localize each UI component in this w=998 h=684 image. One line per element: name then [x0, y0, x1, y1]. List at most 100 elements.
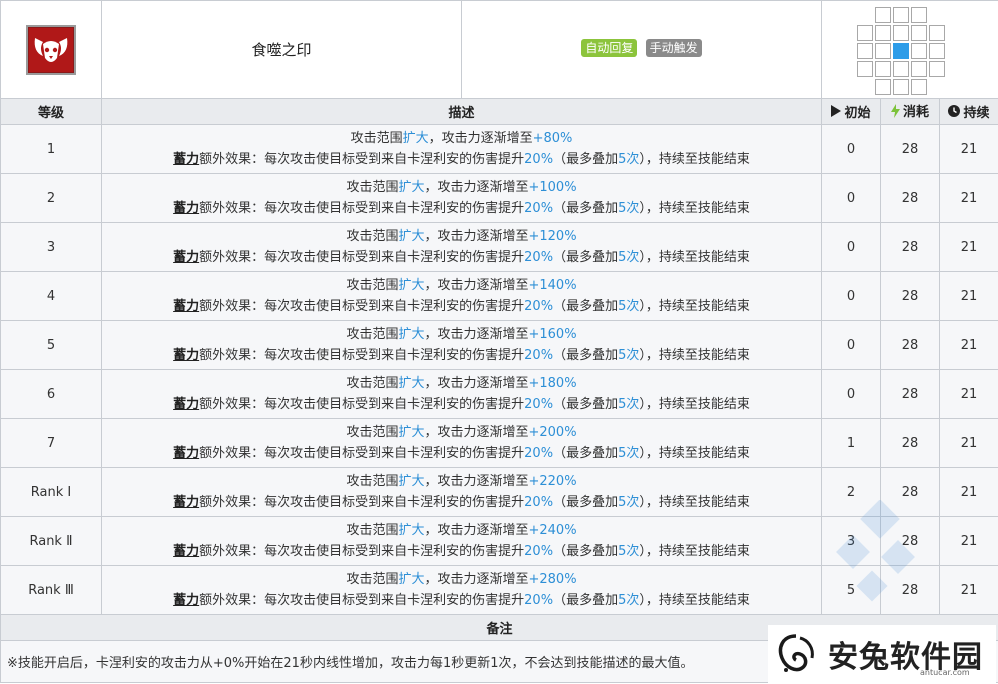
desc-stack-value: 5次	[618, 446, 640, 461]
desc-charge-link[interactable]: 蓄力	[173, 544, 199, 559]
desc-line-1: 攻击范围扩大，攻击力逐渐增至+240%	[102, 520, 821, 541]
desc-text: 额外效果：每次攻击使目标受到来自卡涅利安的伤害提升	[199, 201, 525, 216]
desc-text: ），持续至技能结束	[639, 593, 750, 608]
desc-text: （最多叠加	[553, 250, 619, 265]
col-initial: 初始	[821, 98, 881, 125]
desc-charge-link[interactable]: 蓄力	[173, 397, 199, 412]
desc-pct-value: 20%	[524, 201, 554, 216]
desc-stack-value: 5次	[618, 201, 640, 216]
row-cost: 28	[880, 369, 940, 419]
desc-charge-link[interactable]: 蓄力	[173, 299, 199, 314]
desc-range-value: 扩大	[398, 229, 425, 244]
table-row: 2 攻击范围扩大，攻击力逐渐增至+100% 蓄力额外效果：每次攻击使目标受到来自卡涅…	[0, 173, 998, 223]
skill-icon-cell	[0, 0, 102, 99]
desc-atk-value: +180%	[528, 376, 577, 391]
range-cell-attack	[875, 6, 891, 23]
row-duration: 21	[939, 222, 998, 272]
table-row: Rank Ⅲ 攻击范围扩大，攻击力逐渐增至+280% 蓄力额外效果：每次攻击使目标受…	[0, 565, 998, 615]
desc-text: 攻击范围	[346, 327, 399, 342]
desc-atk-value: +220%	[528, 474, 577, 489]
desc-pct-value: 20%	[524, 250, 554, 265]
desc-text: 额外效果：每次攻击使目标受到来自卡涅利安的伤害提升	[199, 397, 525, 412]
desc-charge-link[interactable]: 蓄力	[173, 201, 199, 216]
col-cost: 消耗	[880, 98, 940, 125]
range-cell-attack	[893, 24, 909, 41]
desc-text: ），持续至技能结束	[639, 299, 750, 314]
desc-text: 攻击范围	[346, 572, 399, 587]
desc-charge-link[interactable]: 蓄力	[173, 446, 199, 461]
desc-text: （最多叠加	[553, 201, 619, 216]
row-level: 6	[0, 369, 102, 419]
row-level: 2	[0, 173, 102, 223]
range-cell-attack	[875, 42, 891, 59]
range-cell-empty	[857, 79, 873, 95]
desc-text: 额外效果：每次攻击使目标受到来自卡涅利安的伤害提升	[199, 250, 525, 265]
row-duration: 21	[939, 173, 998, 223]
desc-text: （最多叠加	[553, 348, 619, 363]
desc-text: ，攻击力逐渐增至	[428, 131, 533, 146]
range-cell-attack	[893, 78, 909, 95]
desc-line-2: 蓄力额外效果：每次攻击使目标受到来自卡涅利安的伤害提升20%（最多叠加5次），持…	[102, 541, 821, 562]
desc-text: 额外效果：每次攻击使目标受到来自卡涅利安的伤害提升	[199, 152, 525, 167]
range-cell-attack	[857, 60, 873, 77]
attack-range-grid	[857, 6, 963, 95]
desc-charge-link[interactable]: 蓄力	[173, 495, 199, 510]
desc-charge-link[interactable]: 蓄力	[173, 348, 199, 363]
desc-text: ），持续至技能结束	[639, 397, 750, 412]
row-duration: 21	[939, 271, 998, 321]
col-level: 等级	[0, 98, 102, 125]
desc-charge-link[interactable]: 蓄力	[173, 250, 199, 265]
row-initial: 0	[821, 369, 881, 419]
range-cell-attack	[893, 6, 909, 23]
desc-charge-link[interactable]: 蓄力	[173, 593, 199, 608]
desc-text: （最多叠加	[553, 152, 619, 167]
desc-range-value: 扩大	[398, 278, 425, 293]
column-header-row: 等级 描述 初始 消耗 持续	[0, 98, 998, 125]
table-row: 3 攻击范围扩大，攻击力逐渐增至+120% 蓄力额外效果：每次攻击使目标受到来自卡涅…	[0, 222, 998, 272]
row-description: 攻击范围扩大，攻击力逐渐增至+280% 蓄力额外效果：每次攻击使目标受到来自卡涅利…	[101, 565, 822, 615]
row-level: 3	[0, 222, 102, 272]
row-cost: 28	[880, 173, 940, 223]
desc-line-2: 蓄力额外效果：每次攻击使目标受到来自卡涅利安的伤害提升20%（最多叠加5次），持…	[102, 394, 821, 415]
desc-line-2: 蓄力额外效果：每次攻击使目标受到来自卡涅利安的伤害提升20%（最多叠加5次），持…	[102, 590, 821, 611]
desc-stack-value: 5次	[618, 544, 640, 559]
desc-range-value: 扩大	[398, 474, 425, 489]
row-duration: 21	[939, 418, 998, 468]
clock-icon	[948, 105, 961, 121]
desc-text: ，攻击力逐渐增至	[424, 278, 529, 293]
desc-line-2: 蓄力额外效果：每次攻击使目标受到来自卡涅利安的伤害提升20%（最多叠加5次），持…	[102, 198, 821, 219]
range-cell-empty	[929, 79, 945, 95]
desc-line-1: 攻击范围扩大，攻击力逐渐增至+200%	[102, 422, 821, 443]
desc-text: ），持续至技能结束	[639, 495, 750, 510]
table-row: Rank Ⅰ 攻击范围扩大，攻击力逐渐增至+220% 蓄力额外效果：每次攻击使目标受…	[0, 467, 998, 517]
row-description: 攻击范围扩大，攻击力逐渐增至+120% 蓄力额外效果：每次攻击使目标受到来自卡涅利…	[101, 222, 822, 272]
desc-atk-value: +200%	[528, 425, 577, 440]
desc-text: 额外效果：每次攻击使目标受到来自卡涅利安的伤害提升	[199, 348, 525, 363]
desc-text: （最多叠加	[553, 299, 619, 314]
desc-range-value: 扩大	[398, 327, 425, 342]
desc-pct-value: 20%	[524, 152, 554, 167]
row-level: Rank Ⅱ	[0, 516, 102, 566]
desc-line-1: 攻击范围扩大，攻击力逐渐增至+100%	[102, 177, 821, 198]
row-level: Rank Ⅰ	[0, 467, 102, 517]
row-cost: 28	[880, 565, 940, 615]
desc-line-1: 攻击范围扩大，攻击力逐渐增至+160%	[102, 324, 821, 345]
tag-auto-recovery: 自动回复	[581, 38, 638, 57]
desc-text: 额外效果：每次攻击使目标受到来自卡涅利安的伤害提升	[199, 593, 525, 608]
level-rows: 1 攻击范围扩大，攻击力逐渐增至+80% 蓄力额外效果：每次攻击使目标受到来自卡涅利…	[0, 124, 998, 615]
row-description: 攻击范围扩大，攻击力逐渐增至+140% 蓄力额外效果：每次攻击使目标受到来自卡涅利…	[101, 271, 822, 321]
desc-line-2: 蓄力额外效果：每次攻击使目标受到来自卡涅利安的伤害提升20%（最多叠加5次），持…	[102, 247, 821, 268]
desc-text: 攻击范围	[346, 229, 399, 244]
range-cell-attack	[911, 6, 927, 23]
desc-text: ，攻击力逐渐增至	[424, 572, 529, 587]
desc-atk-value: +160%	[528, 327, 577, 342]
table-row: 6 攻击范围扩大，攻击力逐渐增至+180% 蓄力额外效果：每次攻击使目标受到来自卡涅…	[0, 369, 998, 419]
range-cell-attack	[929, 42, 945, 59]
desc-charge-link[interactable]: 蓄力	[173, 152, 199, 167]
desc-text: 攻击范围	[350, 131, 403, 146]
table-row: Rank Ⅱ 攻击范围扩大，攻击力逐渐增至+240% 蓄力额外效果：每次攻击使目标受…	[0, 516, 998, 566]
desc-text: 额外效果：每次攻击使目标受到来自卡涅利安的伤害提升	[199, 544, 525, 559]
desc-pct-value: 20%	[524, 446, 554, 461]
desc-atk-value: +100%	[528, 180, 577, 195]
row-level: 4	[0, 271, 102, 321]
